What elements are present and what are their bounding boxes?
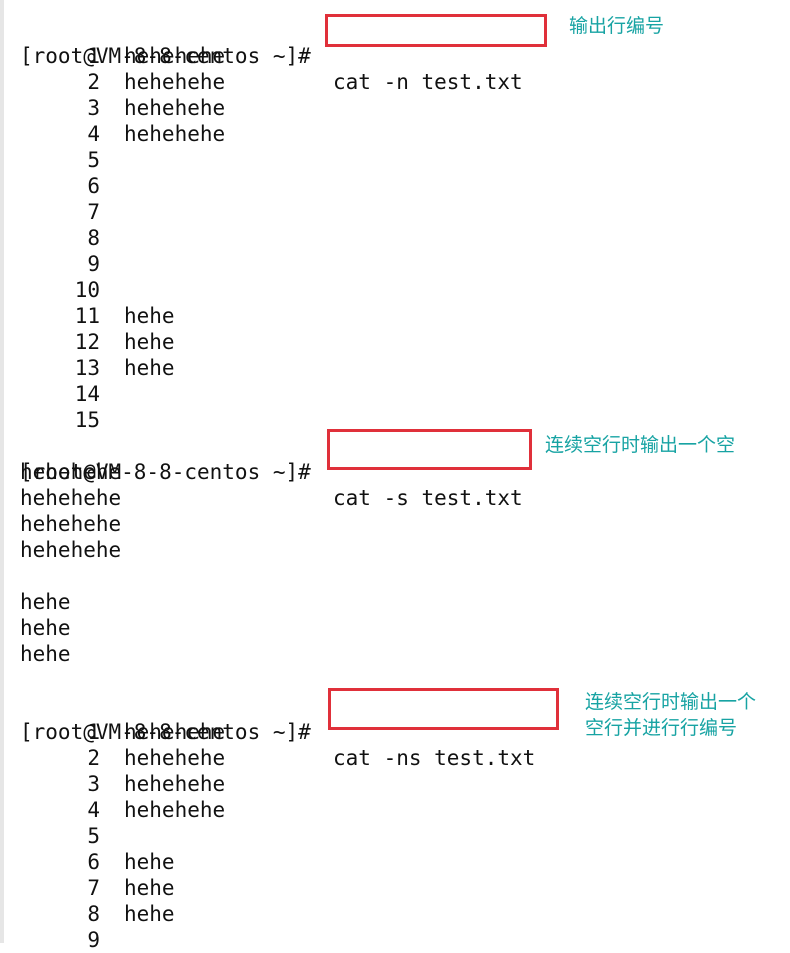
line-text: hehehehe (124, 70, 226, 94)
annotation-note-2: 连续空行时输出一个空 (545, 434, 736, 456)
command-highlight-box (328, 688, 559, 730)
line-text: hehe (124, 876, 175, 900)
command-text: cat -n test.txt (333, 70, 523, 94)
command-highlight-box (327, 429, 532, 470)
output-line: hehe (20, 642, 71, 666)
command-text: cat -s test.txt (333, 486, 523, 510)
line-number: 4 (87, 122, 100, 146)
line-number: 8 (87, 902, 100, 926)
line-number: 5 (87, 824, 100, 848)
command-line-3: [root@VM-8-8-centos ~]# cat -ns test.txt (20, 693, 535, 770)
line-number: 9 (87, 252, 100, 276)
line-number: 7 (87, 200, 100, 224)
line-number: 9 (87, 928, 100, 952)
output-line: hehehehe (20, 512, 122, 536)
line-text: hehehehe (124, 772, 226, 796)
line-number: 1 (87, 44, 100, 68)
line-number: 13 (74, 356, 100, 380)
line-number: 6 (87, 850, 100, 874)
line-text: hehe (124, 850, 175, 874)
annotation-note-1: 输出行编号 (569, 15, 665, 37)
line-number: 15 (74, 408, 100, 432)
command-line-2: [root@VM-8-8-centos ~]# cat -s test.txt (20, 433, 523, 510)
line-number: 8 (87, 226, 100, 250)
output-line: hehe (20, 616, 71, 640)
line-text: hehehehe (124, 96, 226, 120)
annotation-note-3: 连续空行时输出一个 空行并进行行编号 (585, 691, 757, 739)
line-text: hehehehe (124, 798, 226, 822)
output-line: hehehehe (20, 538, 122, 562)
line-number: 10 (74, 278, 100, 302)
line-number: 4 (87, 798, 100, 822)
line-text: hehe (124, 330, 175, 354)
line-number: 5 (87, 148, 100, 172)
line-text: hehehehe (124, 122, 226, 146)
line-text: hehe (124, 902, 175, 926)
line-number: 11 (74, 304, 100, 328)
line-text: hehe (124, 304, 175, 328)
window-left-edge (0, 0, 4, 943)
line-number: 3 (87, 772, 100, 796)
line-number: 6 (87, 174, 100, 198)
line-number: 2 (87, 70, 100, 94)
line-text: hehehehe (124, 746, 226, 770)
line-number: 14 (74, 382, 100, 406)
line-number: 3 (87, 96, 100, 120)
output-line: hehe (20, 590, 71, 614)
line-number: 2 (87, 746, 100, 770)
line-number: 1 (87, 720, 100, 744)
command-line-1: [root@VM-8-8-centos ~]# cat -n test.txt (20, 17, 523, 94)
command-text: cat -ns test.txt (333, 746, 536, 770)
command-highlight-box (325, 14, 547, 47)
line-text: hehehehe (124, 44, 226, 68)
output-line: hehehehe (20, 486, 122, 510)
line-number: 12 (74, 330, 100, 354)
line-number: 7 (87, 876, 100, 900)
line-text: hehehehe (124, 720, 226, 744)
output-line: hehehehe (20, 460, 122, 484)
line-text: hehe (124, 356, 175, 380)
